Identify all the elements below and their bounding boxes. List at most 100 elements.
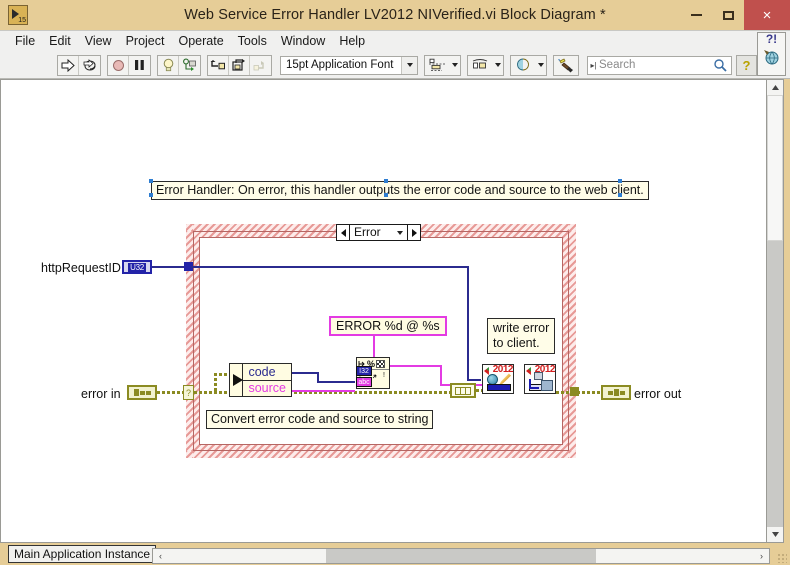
- wire-http-request-id-down[interactable]: [467, 266, 469, 381]
- align-objects-dropdown[interactable]: [424, 54, 461, 76]
- step-over-button[interactable]: [229, 55, 250, 75]
- comment-write-error-to-client[interactable]: write error to client.: [487, 318, 556, 354]
- wire-error-in-seg3[interactable]: [214, 373, 230, 376]
- request-id-constant[interactable]: [450, 383, 476, 398]
- menu-item-window[interactable]: Window: [274, 31, 332, 52]
- error-out-terminal[interactable]: [601, 385, 631, 400]
- search-icon[interactable]: [709, 58, 731, 72]
- wire-http-request-id[interactable]: [152, 266, 188, 268]
- horizontal-scrollbar-thumb[interactable]: [326, 549, 596, 563]
- svg-text:!: !: [383, 372, 385, 379]
- window-controls: ×: [680, 0, 790, 30]
- run-continuously-button[interactable]: [79, 56, 100, 75]
- menu-item-tools[interactable]: Tools: [231, 31, 274, 52]
- menu-item-project[interactable]: Project: [119, 31, 172, 52]
- retain-wire-values-button[interactable]: [179, 56, 200, 75]
- menu-item-file[interactable]: File: [8, 31, 42, 52]
- case-selector-label: Error: [354, 225, 381, 239]
- wire-http-request-id-inside[interactable]: [191, 266, 469, 268]
- menu-item-help[interactable]: Help: [332, 31, 372, 52]
- clean-up-diagram-button[interactable]: [554, 56, 578, 75]
- search-input[interactable]: ▸| Search: [587, 55, 732, 75]
- unbundle-field-source[interactable]: source: [243, 381, 291, 397]
- format-node-i32-input[interactable]: I32: [356, 366, 372, 376]
- data-bar-icon: [487, 384, 511, 391]
- wire-code-seg1[interactable]: [292, 372, 319, 374]
- font-selector-chevron-down-icon[interactable]: [401, 56, 417, 74]
- case-selector-chevron-down-icon[interactable]: [393, 225, 407, 240]
- step-into-button[interactable]: [208, 55, 229, 75]
- case-next-arrow-icon[interactable]: [407, 225, 420, 240]
- wire-formatted-string-seg2[interactable]: [440, 365, 442, 386]
- abort-execution-button[interactable]: [108, 55, 129, 75]
- wire-formatted-string-seg1[interactable]: [390, 365, 442, 367]
- comment-error-handler-description[interactable]: Error Handler: On error, this handler ou…: [151, 181, 649, 200]
- error-in-terminal[interactable]: [127, 385, 157, 400]
- wire-http-request-id-to-vi[interactable]: [467, 379, 481, 381]
- unbundle-by-name-node[interactable]: code source: [229, 363, 292, 397]
- search-scope-icon[interactable]: ▸|: [588, 61, 599, 70]
- comment-convert-error-code[interactable]: Convert error code and source to string: [206, 410, 434, 429]
- scroll-left-button[interactable]: ‹: [153, 549, 168, 563]
- wire-format-string[interactable]: [373, 336, 375, 358]
- horizontal-scrollbar-track[interactable]: [168, 549, 754, 563]
- cleanup-group: [553, 54, 579, 76]
- reorder-objects-dropdown[interactable]: [510, 54, 547, 76]
- resize-grip-icon[interactable]: [777, 553, 787, 563]
- pause-button[interactable]: [129, 56, 150, 75]
- align-objects-icon: [425, 57, 449, 74]
- toolbar: 15pt Application Font ▸| Search ? ?!: [0, 32, 790, 79]
- unbundle-field-code[interactable]: code: [243, 364, 291, 381]
- run-button-group: [57, 54, 101, 76]
- format-into-string-node[interactable]: % ! ! I32 abc: [356, 357, 390, 389]
- search-placeholder: Search: [599, 59, 636, 71]
- format-string-constant[interactable]: ERROR %d @ %s: [329, 316, 447, 336]
- scroll-up-button[interactable]: [767, 80, 783, 95]
- menu-item-edit[interactable]: Edit: [42, 31, 78, 52]
- wire-source[interactable]: [292, 390, 355, 392]
- run-button[interactable]: [58, 55, 79, 75]
- format-node-string-input[interactable]: abc: [356, 377, 372, 387]
- vertical-scrollbar-track[interactable]: [767, 241, 783, 527]
- scroll-right-button[interactable]: ›: [754, 549, 769, 563]
- maximize-button[interactable]: [712, 0, 744, 30]
- menu-item-operate[interactable]: Operate: [171, 31, 230, 52]
- distribute-objects-icon: [468, 57, 492, 74]
- vertical-scrollbar-thumb[interactable]: [767, 95, 783, 241]
- font-selector[interactable]: 15pt Application Font: [280, 55, 418, 75]
- comment-write-line-1: write error: [493, 321, 550, 335]
- web-flush-output-vi[interactable]: 2012: [524, 364, 556, 394]
- wire-code-seg3[interactable]: [317, 381, 355, 383]
- execution-button-group: [107, 54, 151, 76]
- close-button[interactable]: ×: [744, 0, 790, 30]
- distribute-objects-dropdown[interactable]: [467, 54, 504, 76]
- http-request-id-type-label: U32: [128, 262, 146, 272]
- http-request-id-terminal[interactable]: U32: [122, 260, 152, 274]
- menu-bar: File Edit View Project Operate Tools Win…: [0, 30, 790, 52]
- step-out-button[interactable]: [250, 56, 271, 75]
- wire-error-in-seg2[interactable]: [214, 373, 217, 393]
- horizontal-scrollbar[interactable]: ‹ ›: [152, 548, 770, 564]
- scroll-down-button[interactable]: [767, 527, 783, 542]
- case-previous-arrow-icon[interactable]: [337, 225, 350, 240]
- highlight-execution-button[interactable]: [158, 55, 179, 75]
- distribute-objects-chevron-down-icon[interactable]: [492, 57, 503, 74]
- reorder-objects-chevron-down-icon[interactable]: [535, 57, 546, 74]
- vertical-scrollbar[interactable]: [766, 79, 784, 543]
- horizontal-scrollbar-wrap: ‹ ›: [0, 548, 770, 564]
- case-selector-terminal[interactable]: ?: [183, 385, 194, 400]
- wire-error-in[interactable]: [157, 391, 185, 394]
- error-in-label: error in: [81, 387, 121, 401]
- menu-item-view[interactable]: View: [78, 31, 119, 52]
- minimize-button[interactable]: [680, 0, 712, 30]
- context-help-window[interactable]: ?!: [757, 32, 786, 76]
- help-button[interactable]: ?: [736, 54, 757, 76]
- http-request-id-label: httpRequestID: [41, 261, 121, 275]
- web-write-response-vi[interactable]: 2012: [482, 364, 514, 394]
- case-selector[interactable]: Error: [336, 224, 421, 241]
- unbundle-input-arrow-icon: [230, 364, 244, 396]
- debug-button-group: [157, 54, 201, 76]
- block-diagram-canvas[interactable]: Error Handler: On error, this handler ou…: [0, 79, 766, 543]
- align-objects-chevron-down-icon[interactable]: [449, 57, 460, 74]
- labview-vi-icon: 15: [8, 5, 28, 25]
